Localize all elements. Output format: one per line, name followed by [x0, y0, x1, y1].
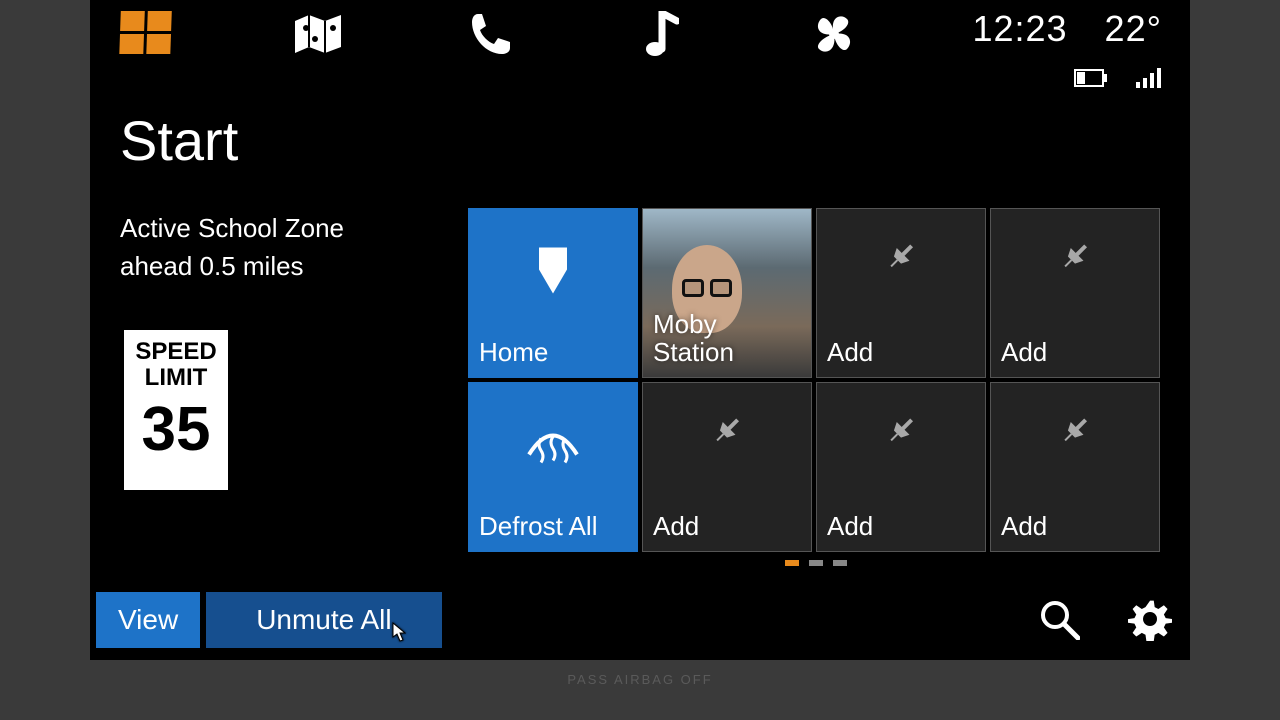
fan-icon[interactable] — [808, 10, 860, 58]
page-dot-active — [785, 560, 799, 566]
tile-grid: Home Moby Station Add Add — [468, 208, 1160, 552]
page-title: Start — [120, 108, 238, 173]
pin-icon — [710, 414, 744, 453]
page-dot — [833, 560, 847, 566]
phone-icon[interactable] — [464, 10, 516, 58]
top-nav — [120, 10, 860, 58]
tile-add[interactable]: Add — [990, 382, 1160, 552]
signal-icon — [1136, 68, 1162, 93]
search-icon[interactable] — [1038, 598, 1080, 645]
status-area: 12:23 22° — [972, 8, 1162, 93]
settings-gear-icon[interactable] — [1128, 597, 1172, 646]
windows-logo — [119, 11, 173, 57]
tile-label: Moby Station — [653, 310, 734, 367]
windows-start-icon[interactable] — [120, 10, 172, 58]
battery-icon — [1074, 69, 1108, 92]
sign-text-1: SPEED — [135, 340, 216, 364]
tile-moby-station[interactable]: Moby Station — [642, 208, 812, 378]
tile-add[interactable]: Add — [816, 382, 986, 552]
pin-icon — [884, 414, 918, 453]
alert-line-2: ahead 0.5 miles — [120, 248, 344, 286]
nav-alert: Active School Zone ahead 0.5 miles — [120, 210, 344, 285]
page-indicator — [468, 560, 1164, 566]
pin-icon — [1058, 240, 1092, 279]
view-button[interactable]: View — [96, 592, 200, 648]
unmute-all-button[interactable]: Unmute All — [206, 592, 441, 648]
tile-label: Home — [479, 338, 548, 367]
sign-text-2: LIMIT — [145, 364, 208, 393]
clock-time: 12:23 — [972, 8, 1067, 49]
tile-defrost-all[interactable]: Defrost All — [468, 382, 638, 552]
pin-icon — [1058, 414, 1092, 453]
music-icon[interactable] — [636, 10, 688, 58]
location-marker-icon — [535, 245, 571, 300]
tile-add[interactable]: Add — [990, 208, 1160, 378]
sign-value: 35 — [142, 399, 211, 461]
bottom-button-bar: View Unmute All — [96, 592, 442, 648]
tile-label: Add — [653, 512, 699, 541]
temperature: 22° — [1105, 8, 1162, 49]
speed-limit-sign: SPEED LIMIT 35 — [120, 326, 232, 494]
tile-label: Add — [1001, 338, 1047, 367]
tile-label: Add — [1001, 512, 1047, 541]
map-icon[interactable] — [292, 10, 344, 58]
alert-line-1: Active School Zone — [120, 210, 344, 248]
pin-icon — [884, 240, 918, 279]
page-dot — [809, 560, 823, 566]
tile-label: Defrost All — [479, 512, 598, 541]
tile-label: Add — [827, 338, 873, 367]
dashboard-footer-text: PASS AIRBAG OFF — [0, 672, 1280, 687]
defrost-icon — [525, 424, 581, 469]
tile-home[interactable]: Home — [468, 208, 638, 378]
tile-label: Add — [827, 512, 873, 541]
tile-add[interactable]: Add — [642, 382, 812, 552]
tile-add[interactable]: Add — [816, 208, 986, 378]
